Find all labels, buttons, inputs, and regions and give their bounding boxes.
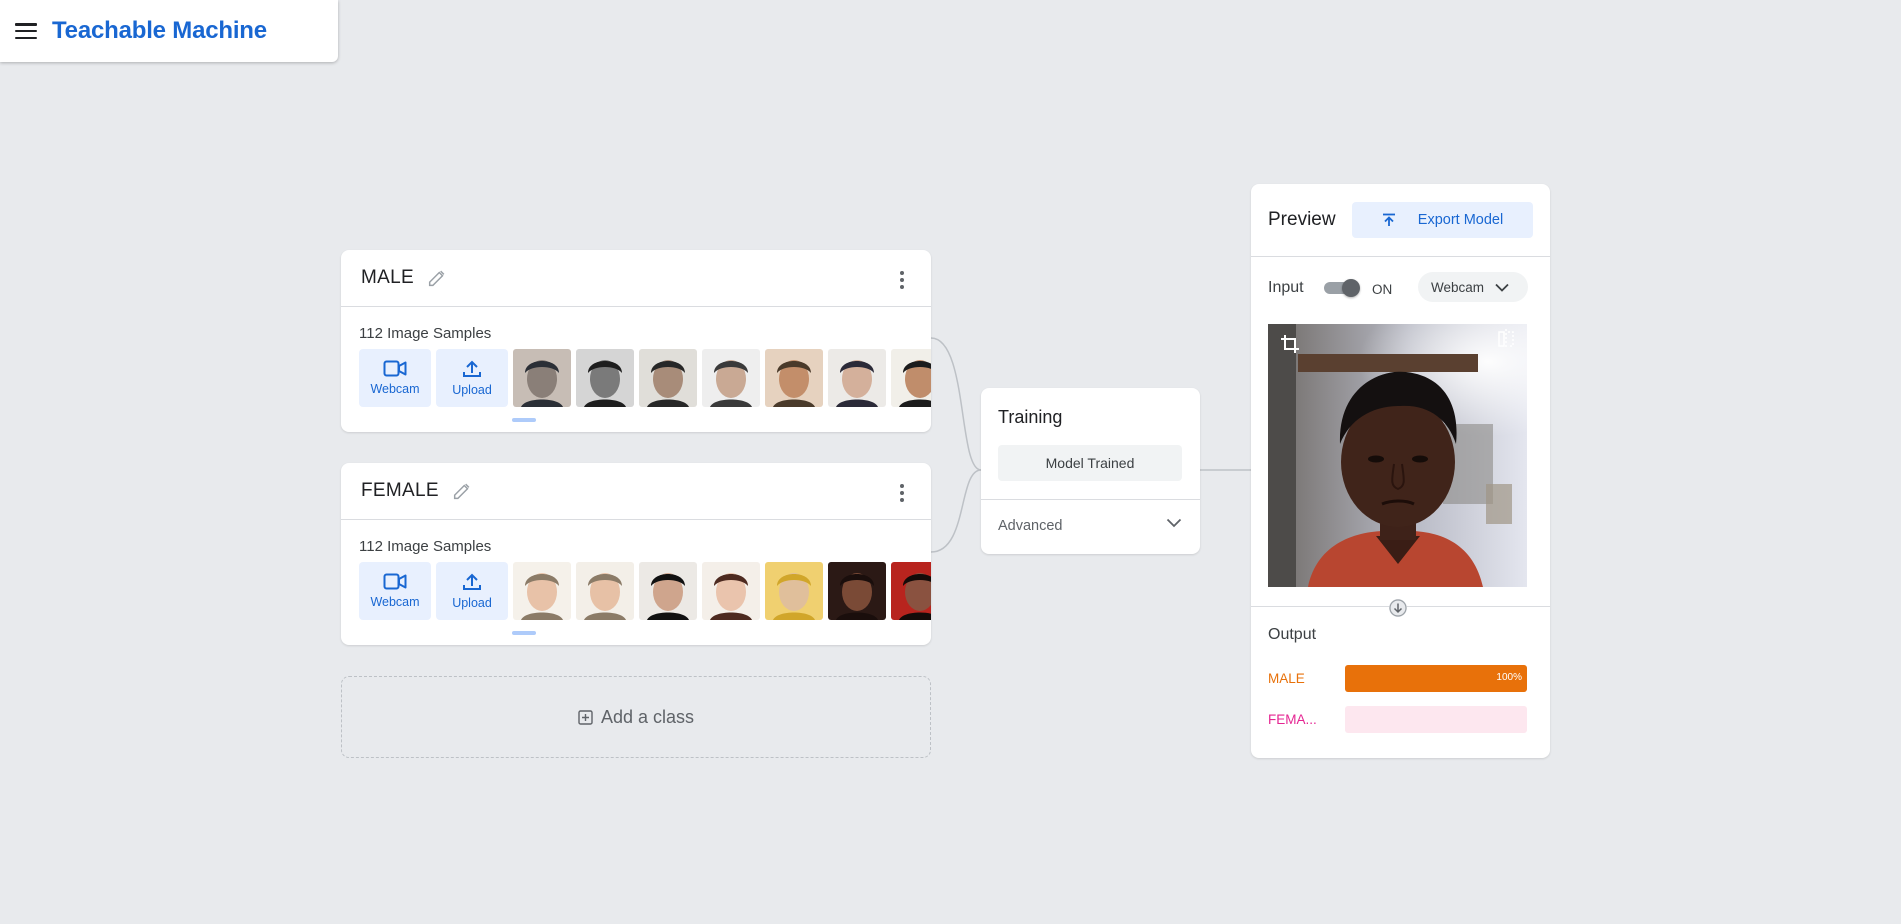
pencil-icon[interactable]	[426, 267, 448, 289]
arrow-down-circle-icon[interactable]	[1389, 599, 1407, 617]
scroll-indicator[interactable]	[512, 631, 536, 635]
preview-panel: Preview Export Model Input ON Webcam Out…	[1251, 184, 1550, 758]
confidence-bar: 100%	[1345, 665, 1527, 692]
output-class-name: FEMA...	[1268, 712, 1317, 727]
sample-thumbnail[interactable]	[576, 562, 634, 620]
crop-icon[interactable]	[1280, 334, 1300, 354]
upload-button-label: Upload	[452, 595, 492, 610]
graph-connectors	[930, 337, 1251, 553]
output-class-name: MALE	[1268, 671, 1305, 686]
training-title: Training	[998, 407, 1063, 427]
webcam-button-label: Webcam	[370, 595, 420, 609]
thumbnail-strip	[513, 562, 931, 620]
upload-icon	[463, 573, 481, 590]
more-vert-icon[interactable]	[899, 484, 905, 502]
input-source-value: Webcam	[1431, 279, 1485, 295]
add-class-button[interactable]: Add a class	[341, 676, 931, 758]
export-model-label: Export Model	[1417, 212, 1504, 228]
divider	[1251, 256, 1550, 257]
webcam-frame-image	[1268, 324, 1527, 587]
sample-thumbnail[interactable]	[891, 562, 931, 620]
output-label: Output	[1268, 626, 1317, 643]
sample-thumbnail[interactable]	[513, 562, 571, 620]
sample-thumbnail[interactable]	[639, 349, 697, 407]
sample-thumbnail[interactable]	[702, 349, 760, 407]
webcam-button[interactable]: Webcam	[359, 349, 431, 407]
webcam-button[interactable]: Webcam	[359, 562, 431, 620]
input-label: Input	[1268, 279, 1304, 296]
sample-row: Webcam Upload	[359, 562, 931, 620]
sample-thumbnail[interactable]	[702, 562, 760, 620]
upload-icon	[463, 360, 481, 377]
class-name[interactable]: FEMALE	[361, 480, 439, 502]
scroll-indicator[interactable]	[512, 418, 536, 422]
upload-button-label: Upload	[452, 382, 492, 397]
upload-button[interactable]: Upload	[436, 562, 508, 620]
upload-arrow-icon	[1382, 213, 1395, 226]
training-panel: Training Model Trained Advanced	[981, 388, 1200, 554]
sample-thumbnail[interactable]	[639, 562, 697, 620]
chevron-down-icon[interactable]	[1166, 518, 1182, 528]
train-model-button[interactable]: Model Trained	[998, 445, 1182, 481]
videocam-icon	[383, 360, 407, 377]
sample-thumbnail[interactable]	[576, 349, 634, 407]
confidence-percent: 100%	[1496, 672, 1522, 683]
sample-count: 112 Image Samples	[359, 325, 492, 342]
sample-thumbnail[interactable]	[828, 562, 886, 620]
webcam-button-label: Webcam	[370, 382, 420, 396]
sample-row: Webcam Upload	[359, 349, 931, 407]
toggle-state-label: ON	[1372, 282, 1393, 297]
upload-button[interactable]: Upload	[436, 349, 508, 407]
confidence-bar	[1345, 706, 1527, 733]
more-vert-icon[interactable]	[899, 271, 905, 289]
videocam-icon	[383, 573, 407, 590]
add-class-label: Add a class	[600, 706, 695, 727]
sample-thumbnail[interactable]	[765, 349, 823, 407]
chevron-down-icon	[1495, 283, 1509, 292]
preview-title: Preview	[1268, 209, 1336, 230]
app-title[interactable]: Teachable Machine	[52, 17, 267, 45]
flip-icon[interactable]	[1497, 328, 1515, 350]
webcam-feed	[1268, 324, 1527, 587]
add-box-icon	[578, 709, 593, 725]
divider	[981, 499, 1200, 500]
class-card-male: MALE 112 Image Samples Webcam Upload	[341, 250, 931, 432]
input-source-select[interactable]: Webcam	[1418, 272, 1528, 302]
class-card-header: FEMALE	[341, 463, 931, 520]
class-name[interactable]: MALE	[361, 267, 414, 289]
input-toggle[interactable]	[1324, 279, 1360, 297]
sample-thumbnail[interactable]	[765, 562, 823, 620]
pencil-icon[interactable]	[451, 480, 473, 502]
advanced-toggle[interactable]: Advanced	[998, 518, 1063, 534]
export-model-button[interactable]: Export Model	[1352, 202, 1533, 238]
app-header: Teachable Machine	[0, 0, 338, 62]
sample-count: 112 Image Samples	[359, 538, 492, 555]
sample-thumbnail[interactable]	[513, 349, 571, 407]
sample-thumbnail[interactable]	[891, 349, 931, 407]
output-row-female: FEMA...	[1268, 706, 1533, 733]
output-row-male: MALE 100%	[1268, 665, 1533, 692]
menu-icon[interactable]	[15, 23, 37, 39]
class-card-female: FEMALE 112 Image Samples Webcam Upload	[341, 463, 931, 645]
sample-thumbnail[interactable]	[828, 349, 886, 407]
class-card-header: MALE	[341, 250, 931, 307]
thumbnail-strip	[513, 349, 931, 407]
